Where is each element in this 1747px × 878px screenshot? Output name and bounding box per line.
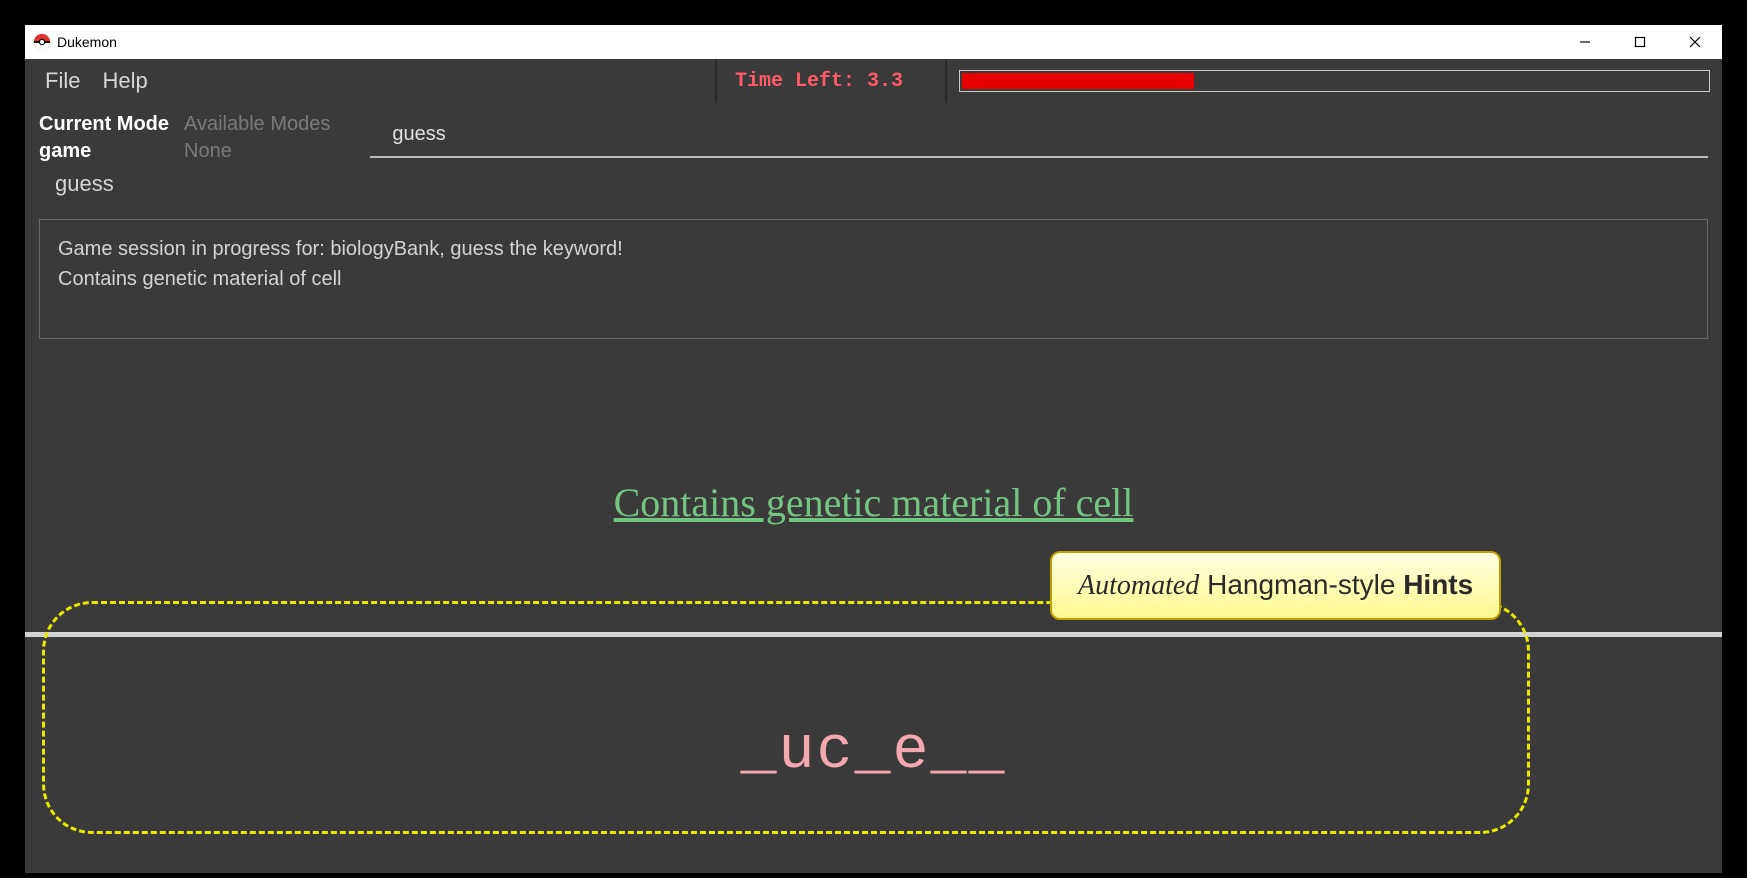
time-left-label: Time Left: 3.3 [715, 59, 945, 103]
available-modes-label: Available Modes [184, 113, 330, 136]
command-echo: guess [25, 163, 1722, 197]
mode-row: Current Mode game Available Modes None g… [25, 103, 1722, 163]
menu-file[interactable]: File [45, 68, 80, 94]
clue-text: Contains genetic material of cell [25, 479, 1722, 526]
status-box: Game session in progress for: biologyBan… [39, 219, 1708, 339]
status-line-1: Game session in progress for: biologyBan… [58, 234, 1689, 264]
titlebar: Dukemon [25, 25, 1722, 59]
app-window: Dukemon File Help Time Left: 3.3 [25, 25, 1722, 873]
callout-word-automated: Automated [1078, 570, 1199, 601]
current-mode-value: game [39, 140, 169, 163]
answer-zone: _uc_e__ [25, 637, 1722, 867]
minimize-button[interactable] [1557, 25, 1612, 59]
input-zone: guess [370, 113, 1708, 163]
time-bar-fill [962, 73, 1194, 89]
masked-answer: _uc_e__ [740, 718, 1006, 786]
close-button[interactable] [1667, 25, 1722, 59]
time-bar-wrap [945, 59, 1722, 103]
callout-word-middle: Hangman-style [1199, 569, 1403, 600]
time-bar [959, 70, 1710, 92]
available-modes-value: None [184, 140, 330, 163]
app-icon [33, 33, 51, 51]
window-title: Dukemon [57, 34, 117, 50]
window-controls [1557, 25, 1722, 59]
callout-word-hints: Hints [1403, 569, 1473, 600]
menubar: File Help [25, 59, 715, 103]
status-line-2: Contains genetic material of cell [58, 264, 1689, 294]
maximize-button[interactable] [1612, 25, 1667, 59]
callout-bubble: Automated Hangman-style Hints [1050, 551, 1501, 620]
current-mode-label: Current Mode [39, 113, 169, 136]
menu-help[interactable]: Help [102, 68, 147, 94]
mode-labels: Current Mode game Available Modes None [39, 113, 330, 163]
topbar: File Help Time Left: 3.3 [25, 59, 1722, 103]
command-input[interactable]: guess [370, 119, 1708, 158]
titlebar-left: Dukemon [33, 33, 117, 51]
